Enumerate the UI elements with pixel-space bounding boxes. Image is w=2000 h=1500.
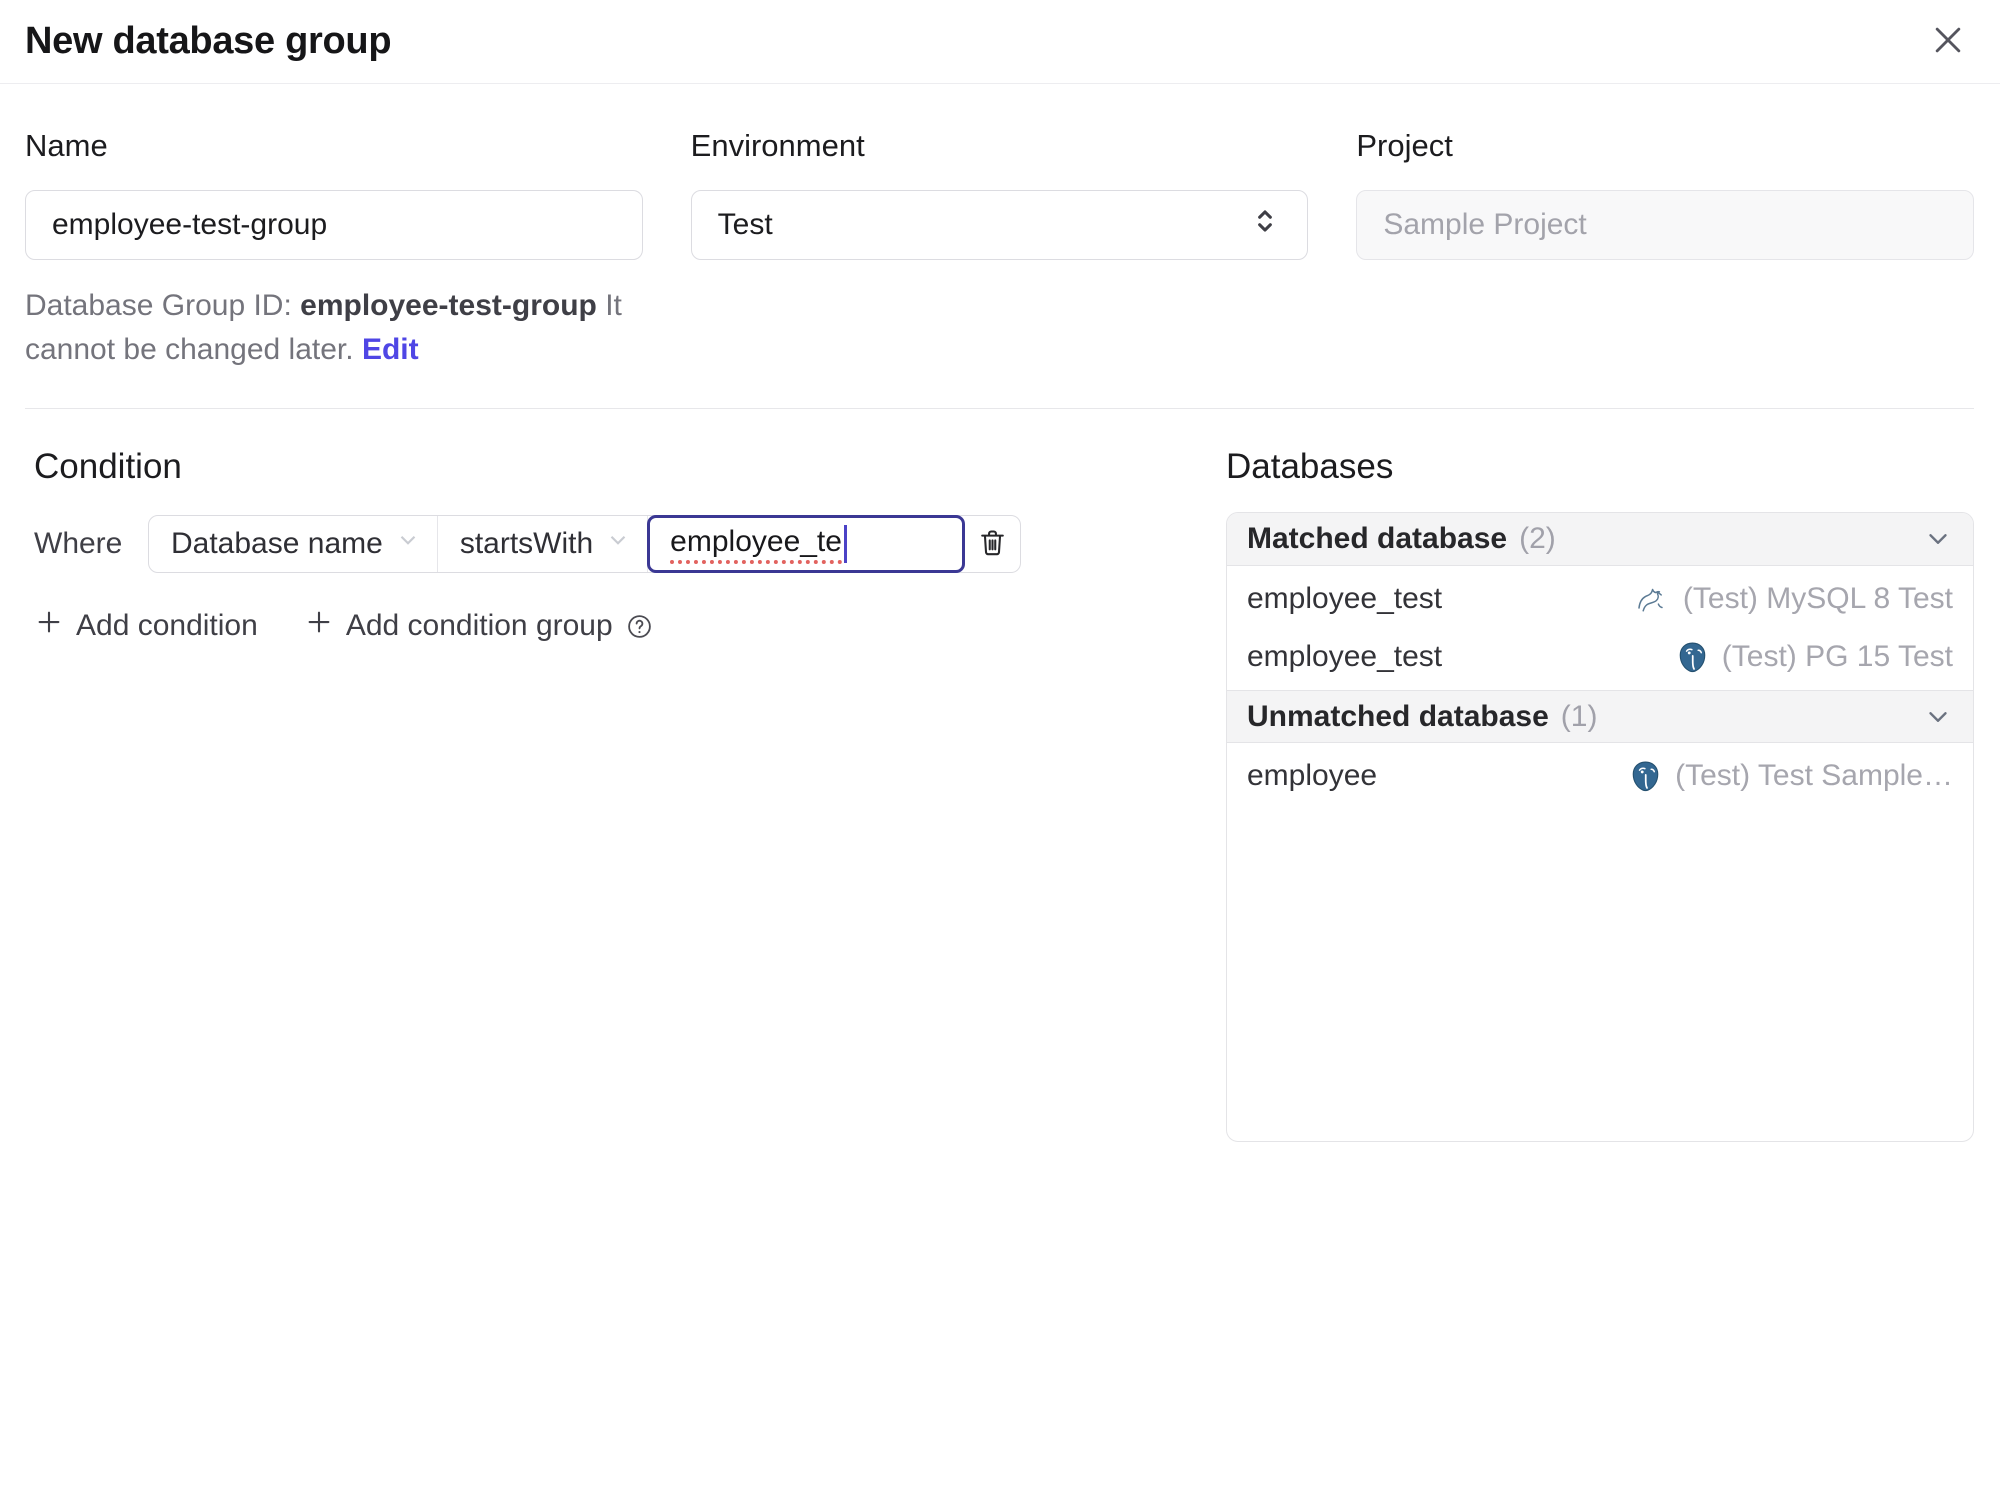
help-icon[interactable] [625, 612, 654, 641]
instance-label: (Test) MySQL 8 Test [1682, 582, 1953, 615]
project-input: Sample Project [1356, 190, 1974, 260]
id-note-value: employee-test-group [300, 289, 597, 322]
add-condition-button[interactable]: Add condition [34, 607, 258, 645]
mysql-icon [1638, 588, 1663, 612]
trash-icon [976, 526, 1009, 562]
condition-expression-group: Database name startsWith employee_te [148, 515, 1022, 573]
chevron-down-icon [1923, 702, 1953, 732]
unmatched-database-count: (1) [1560, 699, 1598, 733]
close-icon [1928, 20, 1968, 63]
environment-selected-value: Test [717, 208, 773, 241]
plus-icon [304, 607, 334, 645]
new-database-group-dialog: { "dialog": { "title": "New database gro… [0, 0, 2000, 1500]
section-divider [25, 408, 1974, 409]
condition-row: Where Database name startsWith employee_… [34, 515, 1226, 573]
database-instance: (Test) MySQL 8 Test [1631, 582, 1953, 616]
name-input[interactable] [25, 190, 643, 260]
project-field-group: Project Sample Project [1356, 128, 1974, 372]
main-content: Condition Where Database name startsWith [25, 447, 1974, 1142]
condition-value-input[interactable]: employee_te [647, 515, 966, 573]
text-cursor [843, 525, 847, 563]
project-label: Project [1356, 128, 1453, 163]
instance-label: (Test) Test Sample… [1675, 759, 1953, 792]
name-label: Name [25, 128, 108, 163]
condition-section: Condition Where Database name startsWith [25, 447, 1226, 645]
add-condition-label: Add condition [76, 609, 258, 642]
delete-condition-button[interactable] [964, 516, 1020, 572]
add-condition-group-label: Add condition group [345, 609, 613, 642]
operator-selected-value: startsWith [459, 527, 594, 560]
chevron-up-down-icon [1249, 204, 1281, 246]
engine-icon [1628, 759, 1663, 794]
postgres-icon [1632, 761, 1659, 791]
chevron-down-icon [395, 527, 421, 561]
unmatched-database-list: employee (Test) Test Sample… [1227, 743, 1973, 809]
database-name: employee [1247, 759, 1378, 792]
database-row: employee (Test) Test Sample… [1227, 747, 1973, 805]
dialog-header: New database group [0, 0, 2000, 84]
databases-section: Databases Matched database (2) employee_… [1226, 447, 1974, 1142]
add-condition-group-button[interactable]: Add condition group [304, 607, 613, 645]
matched-database-count: (2) [1519, 522, 1556, 555]
matched-database-list: employee_test (Test) MySQL 8 Test employ… [1227, 566, 1973, 690]
id-note-prefix: Database Group ID: [25, 289, 301, 322]
database-instance: (Test) Test Sample… [1628, 759, 1953, 794]
project-value: Sample Project [1383, 208, 1587, 241]
database-instance: (Test) PG 15 Test [1675, 640, 1953, 675]
matched-database-title: Matched database [1247, 522, 1508, 555]
databases-heading: Databases [1226, 447, 1394, 486]
environment-label: Environment [690, 128, 865, 163]
unmatched-database-header[interactable]: Unmatched database (1) [1227, 690, 1973, 743]
operator-select[interactable]: startsWith [438, 516, 649, 572]
form-grid: Name Database Group ID: employee-test-gr… [25, 128, 1974, 372]
factor-selected-value: Database name [171, 527, 383, 560]
page-title: New database group [25, 20, 392, 62]
where-label: Where [34, 527, 123, 560]
engine-icon [1675, 640, 1710, 675]
postgres-icon [1679, 642, 1706, 672]
database-group-id-note: Database Group ID: employee-test-group I… [25, 284, 643, 372]
matched-database-header[interactable]: Matched database (2) [1227, 513, 1973, 566]
database-row: employee_test (Test) PG 15 Test [1227, 628, 1973, 686]
condition-heading: Condition [34, 447, 182, 486]
close-button[interactable] [1928, 20, 1968, 63]
instance-label: (Test) PG 15 Test [1721, 640, 1953, 673]
engine-icon [1631, 583, 1671, 615]
environment-select[interactable]: Test [690, 190, 1309, 260]
factor-select[interactable]: Database name [149, 516, 438, 572]
database-name: employee_test [1247, 640, 1443, 673]
name-field-group: Name Database Group ID: employee-test-gr… [25, 128, 643, 372]
database-name: employee_test [1247, 582, 1443, 615]
chevron-down-icon [605, 527, 631, 561]
plus-icon [34, 607, 64, 645]
unmatched-database-title: Unmatched database [1247, 699, 1549, 733]
databases-panel: Matched database (2) employee_test (Test… [1226, 512, 1974, 1142]
condition-actions: Add condition Add condition group [34, 607, 1226, 645]
edit-id-link[interactable]: Edit [362, 333, 419, 366]
environment-field-group: Environment Test [690, 128, 1309, 372]
chevron-down-icon [1923, 524, 1953, 554]
database-row: employee_test (Test) MySQL 8 Test [1227, 570, 1973, 628]
condition-value-text: employee_te [670, 525, 842, 564]
